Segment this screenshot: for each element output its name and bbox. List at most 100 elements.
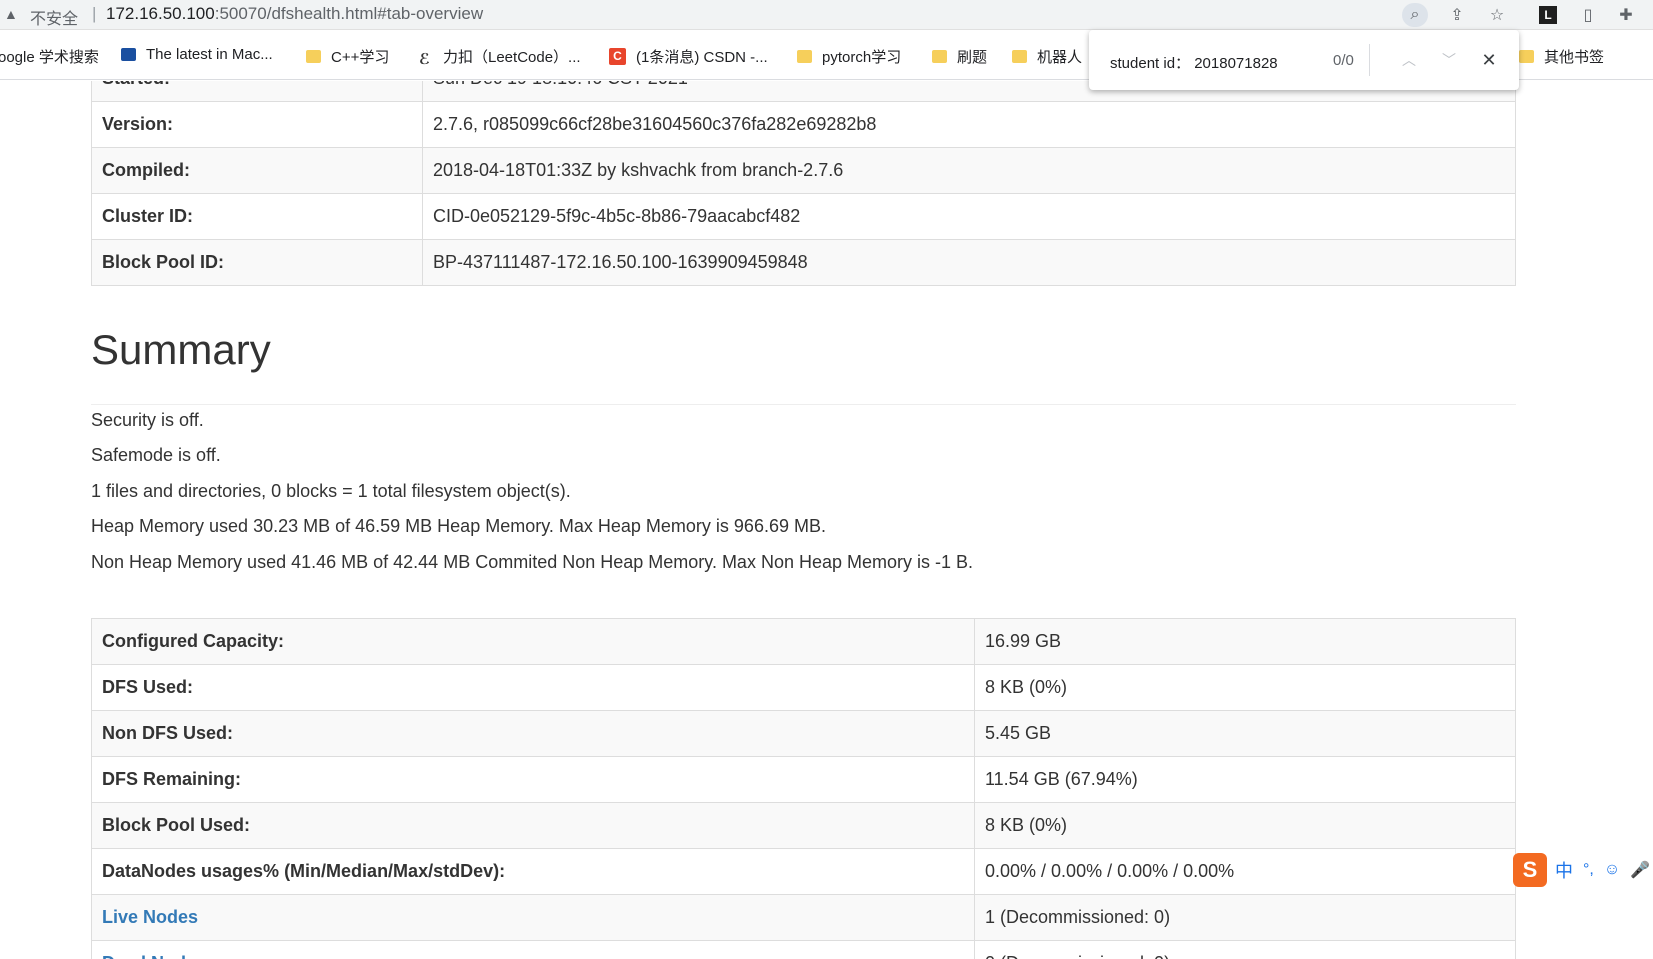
document-icon[interactable]: ▯ [1575,3,1601,27]
bookmark-label: 力扣（LeetCode）... [443,49,581,66]
table-row: Live Nodes 1 (Decommissioned: 0) [91,894,1516,941]
non-heap-memory: Non Heap Memory used 41.46 MB of 42.44 M… [91,552,974,572]
bookmark-label: oogle 学术搜索 [0,49,99,66]
page-content: Started:Sun Dec 19 18:10:46 CST 2021 Ver… [0,81,1653,959]
row-key: Block Pool Used: [91,802,975,849]
table-row: Version: 2.7.6, r085099c66cf28be31604560c… [91,101,1516,148]
folder-icon [932,50,947,63]
address-bar[interactable]: ▲ 不安全 | 172.16.50.100:50070/dfshealth.ht… [0,0,1653,30]
safemode-status: Safemode is off. [91,445,221,465]
table-row: Block Pool Used: 8 KB (0%) [91,802,1516,849]
row-key: Block Pool ID: [91,239,423,286]
row-value: 8 KB (0%) [974,802,1516,849]
chevron-up-icon[interactable]: ︿ [1395,46,1423,74]
table-row: DataNodes usages% (Min/Median/Max/stdDev… [91,848,1516,895]
insecure-label[interactable]: 不安全 [30,5,78,29]
find-match-count: 0/0 [1333,52,1354,69]
summary-heading: Summary [91,326,271,373]
bookmark-mac[interactable]: The latest in Mac... [121,46,273,63]
warning-icon[interactable]: ▲ [4,6,18,22]
url-path: :50070/dfshealth.html#tab-overview [214,4,484,23]
table-row: Dead Nodes 0 (Decommissioned: 0) [91,940,1516,959]
leetcode-icon: ℰ [419,51,430,68]
bookmark-star-icon[interactable]: ☆ [1484,3,1510,27]
bookmark-shuati[interactable]: 刷题 [932,46,987,67]
mac-site-icon [121,48,136,61]
table-row: DFS Remaining: 11.54 GB (67.94%) [91,756,1516,803]
row-value: 5.45 GB [974,710,1516,757]
find-input[interactable]: student id： 2018071828 [1110,52,1278,73]
table-row: Cluster ID: CID-0e052129-5f9c-4b5c-8b86-7… [91,193,1516,240]
table-row: Compiled: 2018-04-18T01:33Z by kshvachk f… [91,147,1516,194]
row-key: Version: [91,101,423,148]
bookmark-pytorch[interactable]: pytorch学习 [797,46,901,67]
bookmark-google-scholar[interactable]: oogle 学术搜索 [0,46,99,67]
row-key: Non DFS Used: [91,710,975,757]
url-host: 172.16.50.100 [106,4,215,23]
table-row: DFS Used: 8 KB (0%) [91,664,1516,711]
bookmark-label: 刷题 [957,49,988,66]
row-key: Started: [91,81,423,102]
row-value: 1 (Decommissioned: 0) [974,894,1516,941]
security-status: Security is off. [91,410,204,430]
folder-icon [1012,50,1027,63]
bookmark-label: 其他书签 [1544,49,1605,66]
bookmark-label: (1条消息) CSDN -... [636,49,768,66]
row-key: DataNodes usages% (Min/Median/Max/stdDev… [91,848,975,895]
table-row: Non DFS Used: 5.45 GB [91,710,1516,757]
row-value: 2.7.6, r085099c66cf28be31604560c376fa282… [422,101,1516,148]
folder-icon [1519,50,1534,63]
url-text[interactable]: 172.16.50.100:50070/dfshealth.html#tab-o… [106,4,483,24]
row-key: DFS Used: [91,664,975,711]
microphone-icon[interactable]: 🎤 [1630,860,1650,880]
bookmark-csdn[interactable]: C (1条消息) CSDN -... [609,46,768,67]
row-value: 11.54 GB (67.94%) [974,756,1516,803]
emoji-icon[interactable]: ☺ [1604,861,1620,879]
row-value: 8 KB (0%) [974,664,1516,711]
bookmark-leetcode[interactable]: ℰ 力扣（LeetCode）... [419,46,581,68]
row-value: BP-437111487-172.16.50.100-1639909459848 [422,239,1516,286]
row-key: Configured Capacity: [91,618,975,665]
close-icon[interactable]: ✕ [1475,46,1503,74]
find-in-page-icon[interactable]: ⌕ [1402,3,1428,27]
ime-mode[interactable]: 中 [1555,857,1573,883]
row-value: CID-0e052129-5f9c-4b5c-8b86-79aacabcf482 [422,193,1516,240]
live-nodes-link[interactable]: Live Nodes [102,907,198,927]
heap-memory: Heap Memory used 30.23 MB of 46.59 MB He… [91,516,826,536]
row-key: Compiled: [91,147,423,194]
chevron-down-icon[interactable]: ﹀ [1435,46,1463,74]
live-nodes-cell: Live Nodes [91,894,975,941]
row-key: Cluster ID: [91,193,423,240]
punctuation-icon[interactable]: °, [1583,861,1594,879]
bookmark-label: C++学习 [331,49,390,66]
bookmark-cpp[interactable]: C++学习 [306,46,389,67]
bookmark-label: pytorch学习 [822,49,902,66]
row-value: 16.99 GB [974,618,1516,665]
row-value: 0 (Decommissioned: 0) [974,940,1516,959]
bookmark-robot[interactable]: 机器人 [1012,46,1082,67]
find-bar: student id： 2018071828 0/0 ︿ ﹀ ✕ [1089,30,1519,90]
capacity-table: Configured Capacity: 16.99 GB DFS Used: 8 … [91,618,1516,959]
filesystem-objects: 1 files and directories, 0 blocks = 1 to… [91,481,571,501]
dead-nodes-link[interactable]: Dead Nodes [102,953,206,959]
row-value: 0.00% / 0.00% / 0.00% / 0.00% [974,848,1516,895]
divider [91,404,1516,405]
find-divider [1369,44,1370,76]
bookmark-label: The latest in Mac... [146,46,273,63]
folder-icon [797,50,812,63]
bookmark-label: 机器人 [1037,49,1083,66]
url-separator: | [92,4,97,23]
row-key: DFS Remaining: [91,756,975,803]
csdn-icon: C [609,48,626,65]
sogou-ime-icon[interactable]: S [1513,853,1547,887]
puzzle-extensions-icon[interactable]: ✚ [1613,3,1639,27]
bookmark-other[interactable]: 其他书签 [1519,46,1604,67]
share-icon[interactable]: ⇪ [1444,3,1470,27]
ime-toolbar[interactable]: S 中 °, ☺ 🎤 [1513,852,1653,888]
extension-l-icon[interactable]: L [1535,3,1561,27]
row-value: 2018-04-18T01:33Z by kshvachk from branc… [422,147,1516,194]
cluster-info-table: Started:Sun Dec 19 18:10:46 CST 2021 Ver… [91,81,1516,286]
dead-nodes-cell: Dead Nodes [91,940,975,959]
folder-icon [306,50,321,63]
table-row: Configured Capacity: 16.99 GB [91,618,1516,665]
